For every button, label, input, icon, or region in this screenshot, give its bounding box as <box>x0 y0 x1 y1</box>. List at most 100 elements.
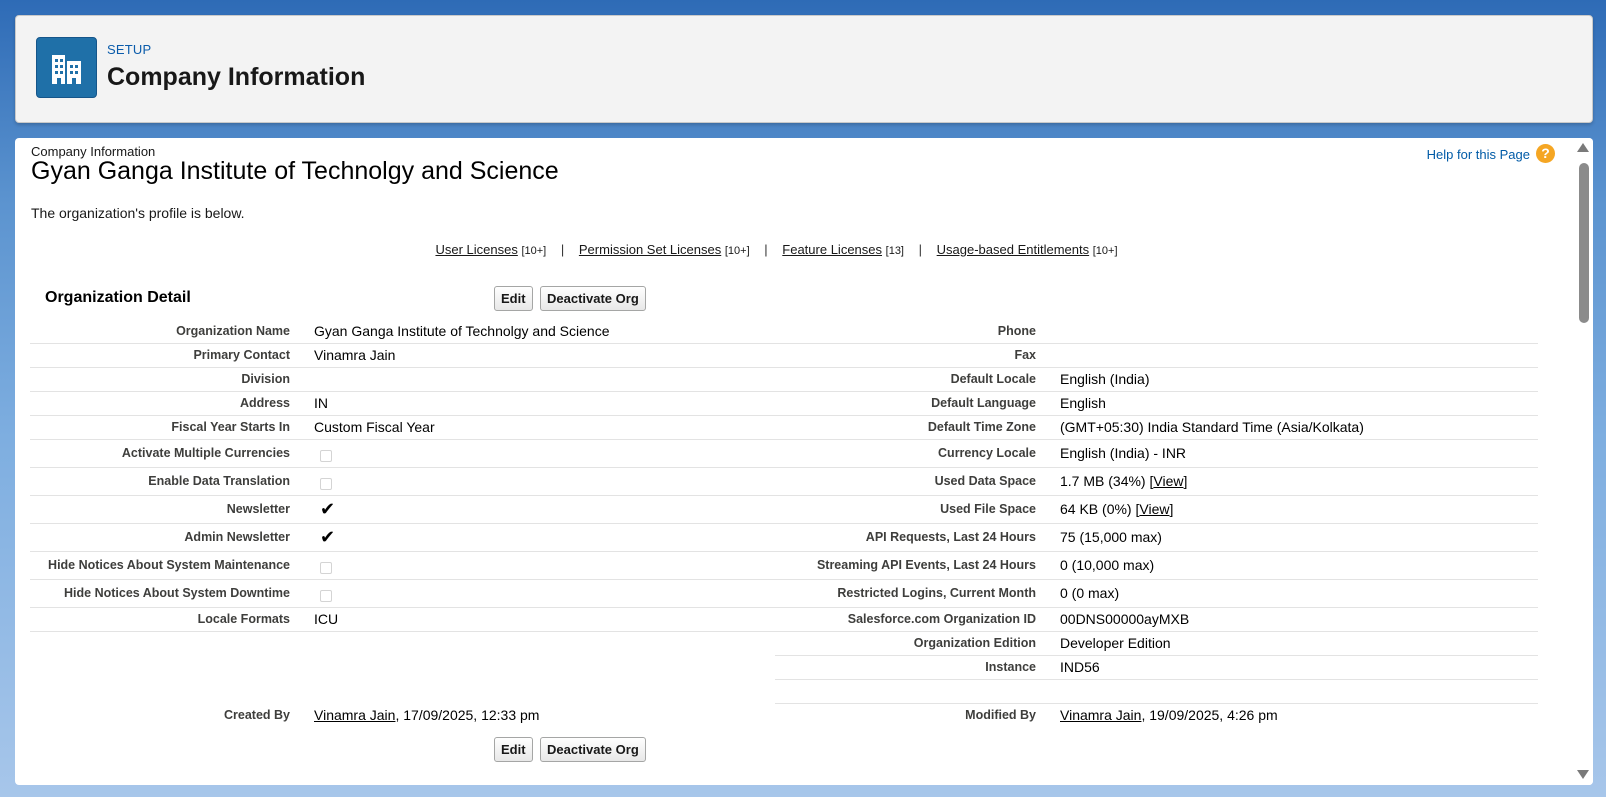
content-panel: Company Information Gyan Ganga Institute… <box>15 138 1593 785</box>
scroll-up-arrow-icon[interactable] <box>1577 143 1589 152</box>
view-link[interactable]: View <box>1139 501 1169 517</box>
primary-contact-label: Primary Contact <box>30 343 314 368</box>
default-locale-value: English (India) <box>1060 367 1538 392</box>
modified-by-label: Modified By <box>965 708 1036 723</box>
salesforce-com-organization-id-label: Salesforce.com Organization ID <box>775 607 1060 632</box>
detail-row: Admin Newsletter ✔ API Requests, Last 24 H… <box>30 523 1538 552</box>
phone-label: Phone <box>775 319 1060 344</box>
intro-text: The organization's profile is below. <box>31 205 245 221</box>
scroll-down-arrow-icon[interactable] <box>1577 770 1589 779</box>
default-language-value: English <box>1060 391 1538 416</box>
separator: | <box>560 242 565 257</box>
fiscal-year-starts-in-value: Custom Fiscal Year <box>314 415 775 440</box>
permission-set-licenses-count: [10+] <box>724 245 750 257</box>
deactivate-org-button-bottom[interactable]: Deactivate Org <box>540 737 646 762</box>
unchecked-checkbox-icon <box>320 449 332 462</box>
detail-row: Fiscal Year Starts In Custom Fiscal Year D… <box>30 415 1538 440</box>
detail-row: Hide Notices About System Maintenance Str… <box>30 551 1538 580</box>
empty-cell <box>30 679 314 703</box>
deactivate-org-button-top[interactable]: Deactivate Org <box>540 286 646 311</box>
restricted-logins-current-month-text: 0 (0 max) <box>1060 585 1120 601</box>
help-icon[interactable]: ? <box>1536 144 1555 163</box>
empty-cell <box>30 655 314 679</box>
enable-data-translation-label: Enable Data Translation <box>30 467 314 496</box>
hide-notices-about-system-downtime-checkbox-cell <box>314 579 775 608</box>
detail-row: Instance IND56 <box>30 655 1538 680</box>
currency-locale-text: English (India) - INR <box>1060 445 1187 461</box>
unchecked-checkbox-icon <box>320 589 332 602</box>
usage-entitlements-link[interactable]: Usage-based Entitlements <box>937 242 1089 257</box>
salesforce-com-organization-id-value: 00DNS00000ayMXB <box>1060 607 1538 632</box>
api-requests-last-24-hours-value: 75 (15,000 max) <box>1060 523 1538 552</box>
currency-locale-label: Currency Locale <box>775 439 1060 468</box>
locale-formats-value: ICU <box>314 607 775 632</box>
division-value <box>314 367 775 392</box>
streaming-api-events-last-24-hours-label: Streaming API Events, Last 24 Hours <box>775 551 1060 580</box>
division-label: Division <box>30 367 314 392</box>
used-data-space-label: Used Data Space <box>775 467 1060 496</box>
feature-licenses-count: [13] <box>885 245 904 257</box>
admin-newsletter-checkbox-cell: ✔ <box>314 523 775 552</box>
feature-licenses-link[interactable]: Feature Licenses <box>782 242 882 257</box>
scroll-thumb[interactable] <box>1579 163 1589 323</box>
locale-formats-label: Locale Formats <box>30 607 314 632</box>
instance-value: IND56 <box>1060 655 1538 680</box>
edit-button-bottom[interactable]: Edit <box>494 737 533 762</box>
detail-row: Enable Data Translation Used Data Space 1.… <box>30 467 1538 496</box>
building-icon <box>36 37 97 98</box>
streaming-api-events-last-24-hours-text: 0 (10,000 max) <box>1060 557 1155 573</box>
newsletter-checkbox-cell: ✔ <box>314 495 775 524</box>
instance-text: IND56 <box>1060 659 1100 675</box>
organization-name-value: Gyan Ganga Institute of Technolgy and Sc… <box>314 319 775 344</box>
checkmark-icon: ✔ <box>320 499 336 519</box>
user-licenses-link[interactable]: User Licenses <box>435 242 517 257</box>
used-data-space-text: 1.7 MB (34%) <box>1060 473 1146 489</box>
default-language-label: Default Language <box>775 391 1060 416</box>
streaming-api-events-last-24-hours-value: 0 (10,000 max) <box>1060 551 1538 580</box>
empty-cell <box>775 679 1060 704</box>
vertical-scrollbar[interactable] <box>1575 138 1593 785</box>
modified-by-date: , 19/09/2025, 4:26 pm <box>1141 707 1278 724</box>
primary-contact-value: Vinamra Jain <box>314 343 775 368</box>
help-link[interactable]: Help for this Page <box>1427 147 1530 162</box>
permission-set-licenses-link[interactable]: Permission Set Licenses <box>579 242 721 257</box>
created-by-date: , 17/09/2025, 12:33 pm <box>395 707 540 723</box>
separator: | <box>764 242 768 257</box>
used-data-space-value: 1.7 MB (34%) [View] <box>1060 467 1538 496</box>
checkmark-icon: ✔ <box>320 527 336 547</box>
detail-row: Address IN Default Language English <box>30 391 1538 416</box>
page-title: Company Information <box>107 63 366 91</box>
default-time-zone-value: (GMT+05:30) India Standard Time (Asia/Ko… <box>1060 415 1538 440</box>
restricted-logins-current-month-label: Restricted Logins, Current Month <box>775 579 1060 608</box>
modified-by-user-link[interactable]: Vinamra Jain <box>1060 707 1141 723</box>
organization-name-label: Organization Name <box>30 319 314 344</box>
fiscal-year-starts-in-label: Fiscal Year Starts In <box>30 415 314 440</box>
organization-detail-table: Organization Name Gyan Ganga Institute of… <box>30 319 1538 727</box>
setup-eyebrow: SETUP <box>107 42 152 57</box>
page-header: SETUP Company Information <box>15 15 1593 123</box>
activate-multiple-currencies-label: Activate Multiple Currencies <box>30 439 314 468</box>
created-by-user-link[interactable]: Vinamra Jain <box>314 707 395 723</box>
enable-data-translation-checkbox-cell <box>314 467 775 496</box>
empty-cell <box>314 631 775 655</box>
default-locale-label: Default Locale <box>775 367 1060 392</box>
detail-row: Locale Formats ICU Salesforce.com Organiza… <box>30 607 1538 632</box>
licenses-links: User Licenses [10+] | Permission Set Lic… <box>15 242 1538 257</box>
address-value: IN <box>314 391 775 416</box>
view-link[interactable]: View <box>1153 473 1183 489</box>
detail-row: Organization Edition Developer Edition <box>30 631 1538 656</box>
api-requests-last-24-hours-text: 75 (15,000 max) <box>1060 529 1162 545</box>
detail-row: Activate Multiple Currencies Currency Loc… <box>30 439 1538 468</box>
organization-edition-value: Developer Edition <box>1060 631 1538 656</box>
usage-entitlements-count: [10+] <box>1092 245 1118 257</box>
edit-button-top[interactable]: Edit <box>494 286 533 311</box>
fax-value <box>1060 343 1538 368</box>
separator: | <box>918 242 923 257</box>
unchecked-checkbox-icon <box>320 477 332 490</box>
newsletter-label: Newsletter <box>30 495 314 524</box>
empty-cell <box>314 679 775 703</box>
used-file-space-label: Used File Space <box>775 495 1060 524</box>
default-time-zone-label: Default Time Zone <box>775 415 1060 440</box>
detail-row: Organization Name Gyan Ganga Institute of… <box>30 319 1538 344</box>
unchecked-checkbox-icon <box>320 561 332 574</box>
